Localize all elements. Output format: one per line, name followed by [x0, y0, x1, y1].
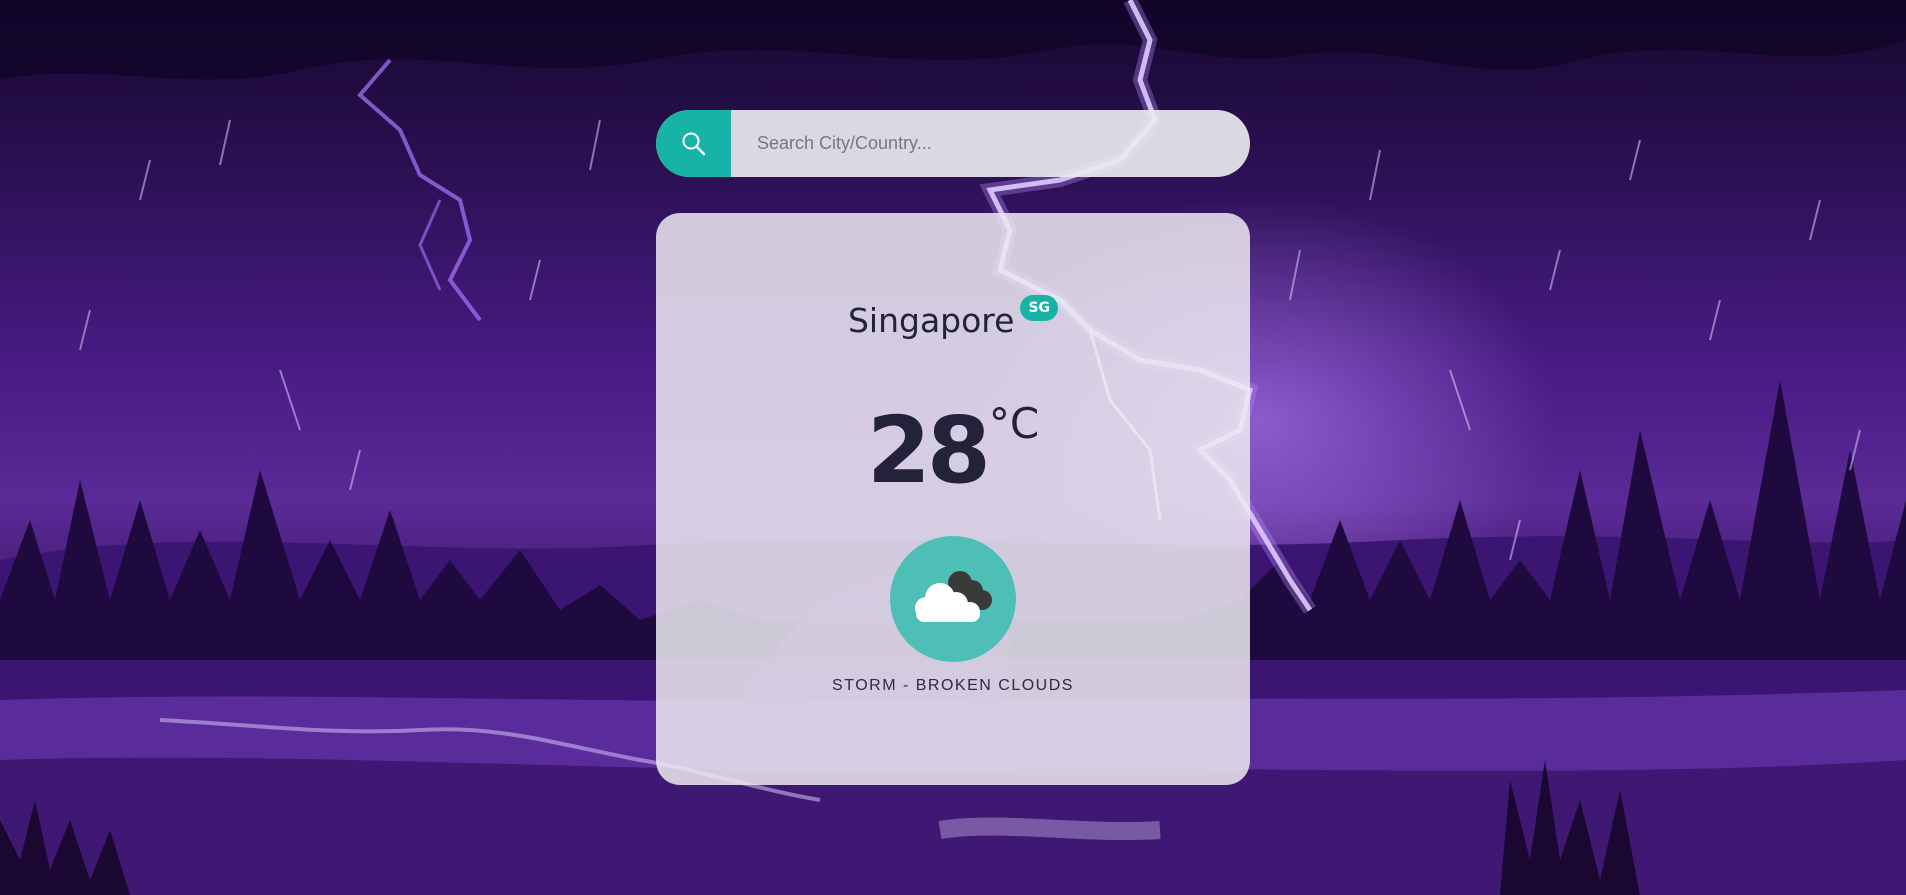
- weather-description: STORM - BROKEN CLOUDS: [832, 677, 1074, 694]
- search-button[interactable]: [656, 110, 731, 177]
- broken-clouds-icon: [915, 571, 992, 622]
- weather-icon-circle: [890, 536, 1016, 662]
- temperature-unit: °C: [988, 399, 1040, 448]
- location: Singapore SG: [656, 295, 1250, 340]
- search-input[interactable]: [731, 110, 1250, 177]
- weather-card: Singapore SG 28°C STORM - BROKEN CLOUDS: [656, 213, 1250, 785]
- temperature-value: 28: [866, 397, 991, 504]
- city-name: Singapore: [847, 301, 1015, 340]
- temperature: 28°C: [656, 397, 1250, 504]
- country-badge: SG: [1020, 295, 1059, 321]
- search-icon: [682, 132, 705, 155]
- search-bar: [656, 110, 1250, 177]
